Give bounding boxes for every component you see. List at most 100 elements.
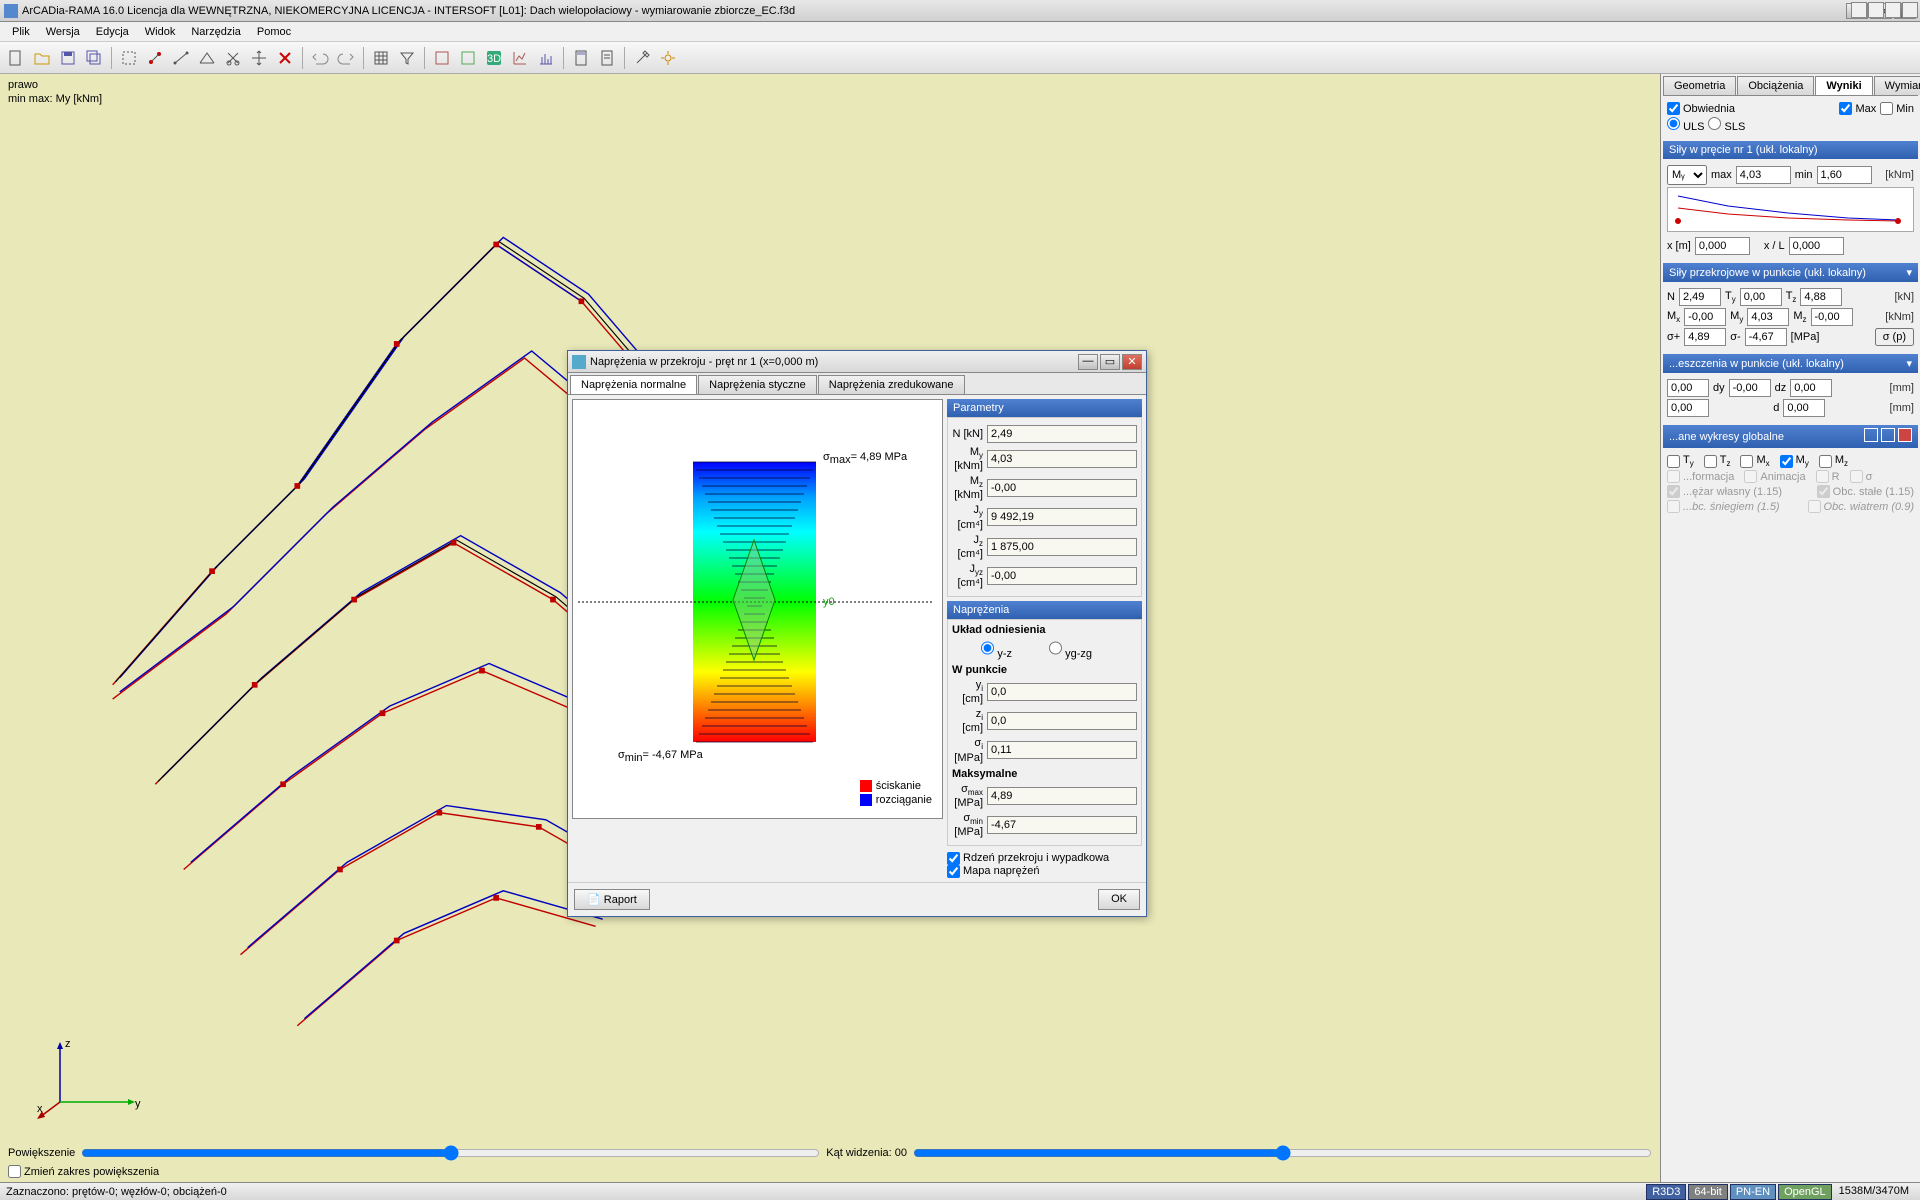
wmz-check[interactable] [1819, 455, 1832, 468]
truss-icon[interactable] [195, 46, 219, 70]
view3d-icon[interactable]: 3D [482, 46, 506, 70]
toolbar-opt1-icon[interactable] [1851, 2, 1867, 18]
menu-pomoc[interactable]: Pomoc [249, 24, 299, 40]
max-input[interactable] [1736, 166, 1791, 184]
undo-icon[interactable] [308, 46, 332, 70]
redo-icon[interactable] [334, 46, 358, 70]
min-checkbox[interactable] [1880, 102, 1893, 115]
obwiednia-checkbox[interactable] [1667, 102, 1680, 115]
expand2-icon[interactable]: ▾ [1906, 357, 1912, 370]
ok-button[interactable]: OK [1098, 889, 1140, 910]
sp-input[interactable] [1684, 328, 1726, 346]
tab-wymiarowanie[interactable]: Wymiarowanie [1874, 76, 1920, 95]
xm-input[interactable] [1695, 237, 1750, 255]
menu-narzedzia[interactable]: Narzędzia [183, 24, 249, 40]
tab-geometria[interactable]: Geometria [1663, 76, 1736, 95]
zoom-range-checkbox[interactable] [8, 1165, 21, 1178]
sls-radio[interactable] [1708, 117, 1721, 130]
mapa-checkbox[interactable] [947, 865, 960, 878]
toolbar-opt4-icon[interactable] [1902, 2, 1918, 18]
my-input[interactable] [1747, 308, 1789, 326]
dlg-tab-normalne[interactable]: Naprężenia normalne [570, 375, 697, 394]
save-all-icon[interactable] [82, 46, 106, 70]
min-input[interactable] [1817, 166, 1872, 184]
expand-icon[interactable]: ▾ [1906, 266, 1912, 279]
max-checkbox[interactable] [1839, 102, 1852, 115]
xl-input[interactable] [1789, 237, 1844, 255]
dz-input[interactable] [1790, 379, 1832, 397]
dlg-tab-zredukowane[interactable]: Naprężenia zredukowane [818, 375, 965, 394]
dlg-mz-input[interactable] [987, 479, 1137, 497]
node-icon[interactable] [143, 46, 167, 70]
cut-icon[interactable] [221, 46, 245, 70]
grid-icon[interactable] [369, 46, 393, 70]
dlg-smin-input[interactable] [987, 816, 1137, 834]
dlg-si-input[interactable] [987, 741, 1137, 759]
dialog-close-button[interactable]: ✕ [1122, 354, 1142, 370]
uls-radio[interactable] [1667, 117, 1680, 130]
dlg-jyz-input[interactable] [987, 567, 1137, 585]
dlg-tab-styczne[interactable]: Naprężenia styczne [698, 375, 817, 394]
mz-input[interactable] [1811, 308, 1853, 326]
ygzg-radio[interactable] [1049, 639, 1062, 657]
wtz-check[interactable] [1704, 455, 1717, 468]
raport-button[interactable]: 📄 Raport [574, 889, 650, 910]
tz-input[interactable] [1800, 288, 1842, 306]
angle-slider[interactable] [913, 1145, 1652, 1161]
open-file-icon[interactable] [30, 46, 54, 70]
wyk-btn1-icon[interactable] [1864, 428, 1878, 442]
tab-wyniki[interactable]: Wyniki [1815, 76, 1872, 95]
wmx-check[interactable] [1740, 455, 1753, 468]
wmy-check[interactable] [1780, 455, 1793, 468]
menu-edycja[interactable]: Edycja [88, 24, 137, 40]
yz-radio[interactable] [981, 639, 994, 657]
chart-icon[interactable] [508, 46, 532, 70]
report-icon[interactable] [595, 46, 619, 70]
menu-plik[interactable]: Plik [4, 24, 38, 40]
save-icon[interactable] [56, 46, 80, 70]
sm-input[interactable] [1745, 328, 1787, 346]
filter-icon[interactable] [395, 46, 419, 70]
delete-icon[interactable] [273, 46, 297, 70]
sigma-p-button[interactable]: σ (p) [1875, 328, 1914, 346]
dialog-min-button[interactable]: — [1078, 354, 1098, 370]
dlg-jy-input[interactable] [987, 508, 1137, 526]
rdzen-checkbox[interactable] [947, 852, 960, 865]
calculator-icon[interactable] [569, 46, 593, 70]
wyk-btn3-icon[interactable] [1898, 428, 1912, 442]
tab-obciazenia[interactable]: Obciążenia [1737, 76, 1814, 95]
d-input[interactable] [1783, 399, 1825, 417]
dialog-max-button[interactable]: ▭ [1100, 354, 1120, 370]
dy-input[interactable] [1729, 379, 1771, 397]
ty-input[interactable] [1740, 288, 1782, 306]
selection-icon[interactable] [117, 46, 141, 70]
toolbar-opt3-icon[interactable] [1885, 2, 1901, 18]
dlg-n-input[interactable] [987, 425, 1137, 443]
wyk-btn2-icon[interactable] [1881, 428, 1895, 442]
dx-input[interactable] [1667, 379, 1709, 397]
settings-icon[interactable] [630, 46, 654, 70]
dlg-my-input[interactable] [987, 450, 1137, 468]
view2-icon[interactable] [456, 46, 480, 70]
dlg-jz-input[interactable] [987, 538, 1137, 556]
dlg-yi-input[interactable] [987, 683, 1137, 701]
toolbar-opt2-icon[interactable] [1868, 2, 1884, 18]
menu-widok[interactable]: Widok [137, 24, 184, 40]
wty-check[interactable] [1667, 455, 1680, 468]
stress-view[interactable]: σmax= 4,89 MPa σmin= -4,67 MPa y0 ściska… [572, 399, 943, 819]
element-icon[interactable] [169, 46, 193, 70]
dlg-smax-input[interactable] [987, 787, 1137, 805]
mx-input[interactable] [1684, 308, 1726, 326]
menu-wersja[interactable]: Wersja [38, 24, 88, 40]
tools-icon[interactable] [656, 46, 680, 70]
n-input[interactable] [1679, 288, 1721, 306]
dialog-titlebar[interactable]: Naprężenia w przekroju - pręt nr 1 (x=0,… [568, 351, 1146, 373]
dlg-zi-input[interactable] [987, 712, 1137, 730]
move-icon[interactable] [247, 46, 271, 70]
d2-input[interactable] [1667, 399, 1709, 417]
new-file-icon[interactable] [4, 46, 28, 70]
force-select[interactable]: Mᵧ [1667, 165, 1707, 185]
diagram-icon[interactable] [534, 46, 558, 70]
zoom-slider[interactable] [81, 1145, 820, 1161]
view1-icon[interactable] [430, 46, 454, 70]
